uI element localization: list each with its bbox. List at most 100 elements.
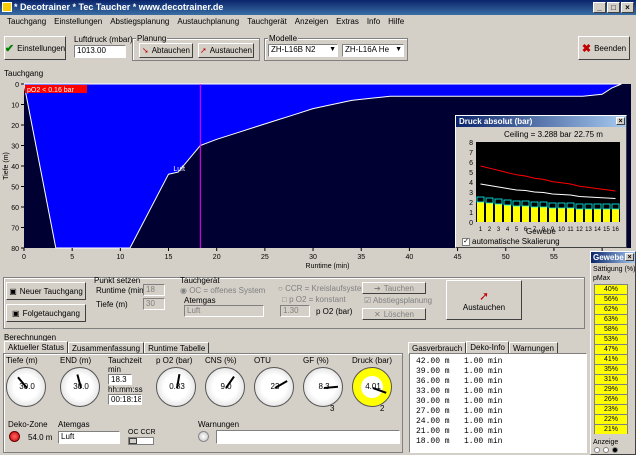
radio-1[interactable] (594, 447, 600, 453)
gauge-label: GF (%) (303, 356, 329, 365)
gas-select[interactable]: Luft (184, 305, 264, 317)
minimize-button[interactable]: _ (593, 2, 606, 13)
pressure-bar (522, 206, 529, 222)
pressure-bar (495, 204, 502, 222)
close-button[interactable]: × (621, 2, 634, 13)
new-dive-button[interactable]: ▣ Neuer Tauchgang (6, 282, 86, 300)
profile-xlabel: Runtime (min) (306, 263, 350, 270)
gewebe-close-button[interactable]: × (625, 253, 634, 261)
gauge-dial: 30.0 (60, 367, 100, 407)
pressure-y-tick-label: 4 (469, 180, 473, 187)
menu-bar: Tauchgang Einstellungen Abstiegsplanung … (0, 15, 636, 28)
oc-ccr-slider[interactable] (128, 437, 154, 445)
pressure-chart: 8765432101 2 3 4 5 6 7 8 9 10 11 12 13 14 15 16 (469, 140, 620, 233)
display-label: Anzeige (593, 439, 619, 446)
pressure-x-tick-label: 13 (585, 227, 592, 233)
title-bar: * Decotrainer * Tec Taucher * www.decotr… (0, 0, 636, 15)
warnings-label: Warnungen (198, 420, 240, 429)
deko-info-panel: 42.00 m 1.00 min 39.00 m 1.00 min 36.00 m … (409, 353, 587, 453)
menu-tauchgang[interactable]: Tauchgang (3, 15, 50, 28)
deko-stop-row: 39.00 m 1.00 min (416, 367, 503, 376)
delete-button[interactable]: ✕ Löschen (362, 308, 426, 320)
gauge-label: CNS (%) (205, 356, 237, 365)
deko-stop-row: 42.00 m 1.00 min (416, 357, 503, 366)
saturation-list: 40% 56% 62% 63% 58% 53% 47% 41% 35% 31% 29% 26% 23% 2… (594, 284, 628, 434)
ccr-radio[interactable]: ○ CCR = Kreislaufsystem (278, 284, 368, 293)
gauge: GF (%) 8.3 (303, 356, 349, 407)
saturation-cell: 53% (594, 334, 628, 344)
tab-deko-info[interactable]: Deko-Info (466, 341, 509, 353)
model-he-select[interactable]: ZH-L16A He ▼ (342, 44, 404, 57)
ascend-button[interactable]: ➚ Austauchen (198, 43, 254, 58)
deko-label: Deko-Zone (8, 420, 48, 429)
depth-input[interactable]: 30 (143, 298, 165, 310)
pressure-x-tick-label: 14 (594, 227, 601, 233)
menu-info[interactable]: Info (363, 15, 384, 28)
menu-abstiegsplanung[interactable]: Abstiegsplanung (106, 15, 173, 28)
pressure-close-button[interactable]: × (616, 117, 625, 125)
maximize-button[interactable]: □ (607, 2, 620, 13)
deko-stop-row: 33.00 m 1.00 min (416, 387, 503, 396)
profile-y-tick-label: 0 (15, 82, 19, 89)
divetime-label: Tauchzeit (108, 356, 142, 365)
gauge: END (m) 30.0 (60, 356, 106, 407)
model-n2-select[interactable]: ZH-L16B N2 ▼ (268, 44, 338, 57)
saturation-cell: 29% (594, 384, 628, 394)
oc-radio[interactable]: ◉ OC = offenes System (180, 286, 265, 295)
ascend-big-button[interactable]: ➚ Austauchen (446, 280, 522, 320)
descend-button[interactable]: ➘ Abtauchen (139, 43, 193, 58)
pressure-bar (567, 208, 574, 222)
deko-stop-row: 24.00 m 1.00 min (416, 417, 503, 426)
pressure-input[interactable]: 1013.00 (74, 45, 126, 58)
atemgas-label: Atemgas (58, 420, 90, 429)
gauge-dial: 23 (254, 367, 294, 407)
tab-current-status[interactable]: Aktueller Status (4, 341, 69, 353)
doc-icon: ▣ (9, 286, 17, 296)
menu-tauchgeraet[interactable]: Tauchgerät (243, 15, 291, 28)
radio-2[interactable] (603, 447, 609, 453)
pressure-bar (513, 206, 520, 222)
pressure-bar (585, 209, 592, 222)
next-dive-button[interactable]: ▣ Folgetauchgang (6, 304, 86, 322)
pressure-x-tick-label: 16 (612, 227, 619, 233)
saturation-cell: 63% (594, 314, 628, 324)
saturation-cell: 47% (594, 344, 628, 354)
auto-scale-checkbox[interactable]: ✓ automatische Skalierung (462, 237, 560, 246)
runtime-input[interactable]: 18 (143, 284, 165, 296)
pressure-y-tick-label: 2 (469, 200, 473, 207)
slider-handle[interactable] (129, 438, 137, 444)
gauge-dial: 0.83 (156, 367, 196, 407)
gauge: OTU 23 (254, 356, 300, 407)
radio-3[interactable] (612, 447, 618, 453)
chevron-down-icon: ▼ (395, 46, 402, 53)
gauge-label: Druck (bar) (352, 356, 393, 365)
profile-y-tick-label: 60 (11, 205, 19, 212)
menu-hilfe[interactable]: Hilfe (384, 15, 408, 28)
profile-x-tick-label: 30 (309, 254, 317, 261)
gauge-dial: 9.0 (205, 367, 245, 407)
pressure-bar (531, 207, 538, 222)
check-icon: ✔ (4, 42, 15, 55)
menu-extras[interactable]: Extras (332, 15, 363, 28)
settings-button[interactable]: ✔ Einstellungen (4, 36, 66, 60)
profile-x-tick-label: 15 (165, 254, 173, 261)
profile-x-tick-label: 35 (357, 254, 365, 261)
menu-anzeigen[interactable]: Anzeigen (291, 15, 332, 28)
exit-button[interactable]: ✖ Beenden (578, 36, 630, 60)
po2-const-checkbox[interactable]: □ p O2 = konstant (282, 295, 346, 304)
pressure-bar (540, 207, 547, 222)
arrow-up-icon: ➚ (478, 288, 490, 303)
atemgas-field: Luft (58, 431, 120, 444)
dive-button[interactable]: ➔ Tauchen (362, 282, 426, 294)
profile-y-tick-label: 80 (11, 246, 19, 253)
pressure-x-tick-label: 1 (479, 227, 483, 233)
gauge-label: OTU (254, 356, 271, 365)
descent-plan-checkbox[interactable]: ☑ Abstiegsplanung (364, 296, 432, 305)
menu-einstellungen[interactable]: Einstellungen (50, 15, 106, 28)
saturation-cell: 58% (594, 324, 628, 334)
pressure-bar (612, 209, 619, 222)
profile-x-tick-label: 20 (213, 254, 221, 261)
menu-austauchplanung[interactable]: Austauchplanung (173, 15, 243, 28)
po2-input[interactable]: 1.30 (280, 305, 310, 317)
gauge-dial: 30.0 (6, 367, 46, 407)
